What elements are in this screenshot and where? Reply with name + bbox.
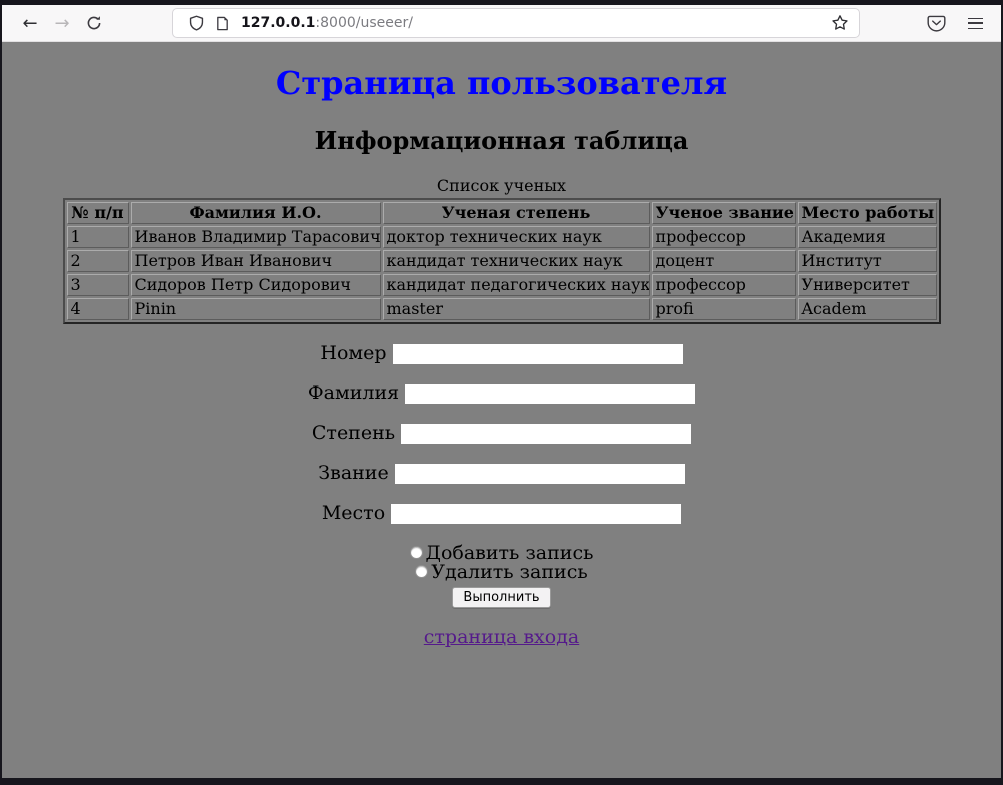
table-row: 2Петров Иван Ивановичкандидат технически…	[67, 250, 937, 272]
table-cell: кандидат технических наук	[383, 250, 650, 272]
radio-label: Удалить запись	[431, 561, 587, 583]
column-header: Ученое звание	[652, 202, 796, 224]
table-cell: профессор	[652, 226, 796, 248]
field-input-stepen[interactable]	[401, 424, 691, 444]
field-label-mesto: Место	[322, 502, 385, 524]
url-bar[interactable]: 127.0.0.1:8000/useeer/	[172, 8, 860, 38]
submit-row: Выполнить	[2, 582, 1001, 608]
shield-icon[interactable]	[183, 11, 209, 35]
table-caption: Список ученых	[2, 176, 1001, 195]
field-input-familia[interactable]	[405, 384, 695, 404]
url-text: 127.0.0.1:8000/useeer/	[241, 15, 413, 31]
table-row: 3Сидоров Петр Сидоровичкандидат педагоги…	[67, 274, 937, 296]
field-label-zvanie: Звание	[318, 462, 388, 484]
radio-add-record[interactable]	[410, 546, 423, 559]
table-cell: Pinin	[131, 298, 381, 320]
page-title: Страница пользователя	[2, 64, 1001, 102]
column-header: Ученая степень	[383, 202, 650, 224]
scientists-table: № п/пФамилия И.О.Ученая степеньУченое зв…	[63, 198, 941, 324]
field-label-nomer: Номер	[320, 342, 386, 364]
reload-button[interactable]	[78, 9, 110, 37]
form-radios: Добавить записьУдалить запись	[2, 544, 1001, 582]
page-content: Страница пользователя Информационная таб…	[2, 42, 1001, 778]
form-fields: Номер Фамилия Степень Звание Место	[2, 343, 1001, 524]
field-label-familia: Фамилия	[308, 382, 399, 404]
table-row: 1Иванов Владимир Тарасовичдоктор техниче…	[67, 226, 937, 248]
bookmark-star-icon[interactable]	[831, 14, 849, 32]
table-cell: Университет	[798, 274, 937, 296]
table-cell: доцент	[652, 250, 796, 272]
table-cell: Иванов Владимир Тарасович	[131, 226, 381, 248]
table-header-row: № п/пФамилия И.О.Ученая степеньУченое зв…	[67, 202, 937, 224]
toolbar-right	[927, 15, 989, 32]
browser-toolbar: ← → 127.0.0.1:8000/useeer/	[2, 5, 1001, 42]
table-cell: 3	[67, 274, 129, 296]
form-field-row: Степень	[2, 423, 1001, 444]
radio-row: Удалить запись	[2, 563, 1001, 582]
back-button[interactable]: ←	[14, 9, 46, 37]
table-row: 4PininmasterprofiAcadem	[67, 298, 937, 320]
page-info-icon[interactable]	[209, 11, 235, 35]
field-input-zvanie[interactable]	[395, 464, 685, 484]
footer-link-row: страница входа	[2, 626, 1001, 648]
table-body: 1Иванов Владимир Тарасовичдоктор техниче…	[67, 226, 937, 320]
table-cell: master	[383, 298, 650, 320]
record-form: Номер Фамилия Степень Звание Место Добавить …	[2, 343, 1001, 608]
field-input-nomer[interactable]	[393, 344, 683, 364]
login-page-link[interactable]: страница входа	[424, 626, 579, 648]
forward-button[interactable]: →	[46, 9, 78, 37]
form-field-row: Место	[2, 503, 1001, 524]
reload-icon	[86, 15, 102, 31]
table-cell: Сидоров Петр Сидорович	[131, 274, 381, 296]
radio-delete-record[interactable]	[415, 565, 428, 578]
column-header: Фамилия И.О.	[131, 202, 381, 224]
column-header: Место работы	[798, 202, 937, 224]
table-cell: 1	[67, 226, 129, 248]
form-field-row: Звание	[2, 463, 1001, 484]
form-field-row: Фамилия	[2, 383, 1001, 404]
execute-button[interactable]: Выполнить	[452, 587, 550, 608]
table-cell: 2	[67, 250, 129, 272]
url-host: 127.0.0.1	[241, 15, 315, 31]
table-cell: Петров Иван Иванович	[131, 250, 381, 272]
table-cell: профессор	[652, 274, 796, 296]
browser-window: ← → 127.0.0.1:8000/useeer/	[0, 0, 1003, 785]
url-path: :8000/useeer/	[315, 15, 413, 31]
table-cell: Академия	[798, 226, 937, 248]
table-cell: Институт	[798, 250, 937, 272]
pocket-icon[interactable]	[927, 15, 946, 32]
table-cell: Academ	[798, 298, 937, 320]
field-input-mesto[interactable]	[391, 504, 681, 524]
table-cell: доктор технических наук	[383, 226, 650, 248]
table-cell: profi	[652, 298, 796, 320]
field-label-stepen: Степень	[312, 422, 395, 444]
menu-icon[interactable]	[968, 18, 983, 29]
page-subtitle: Информационная таблица	[2, 126, 1001, 155]
table-cell: кандидат педагогических наук	[383, 274, 650, 296]
column-header: № п/п	[67, 202, 129, 224]
table-cell: 4	[67, 298, 129, 320]
form-field-row: Номер	[2, 343, 1001, 364]
